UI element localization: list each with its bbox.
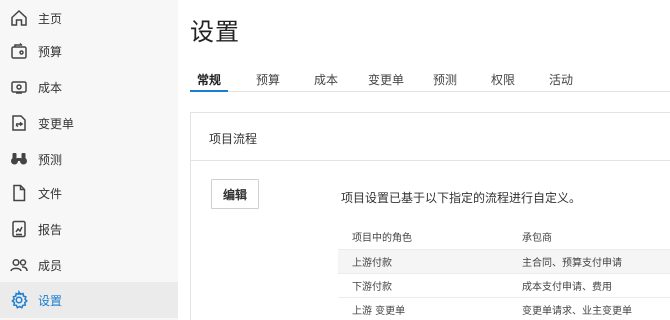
change-order-icon	[8, 112, 30, 134]
sidebar-item-label: 预测	[38, 152, 63, 167]
sidebar: 主页 预算 成本 变更单 预测 文件 报告 成员 设置	[0, 0, 178, 320]
table-cell: 变更单请求、业主变更单	[522, 297, 670, 320]
sidebar-item-change-order[interactable]: 变更单	[0, 105, 178, 141]
file-icon	[8, 182, 30, 204]
panel-title: 项目流程	[209, 132, 258, 146]
main-content: 设置 常规 预算 成本 变更单 预测 权限 活动 项目流程 编辑 项目设置已基于…	[178, 0, 670, 320]
column-header: 承包商	[522, 225, 670, 250]
sidebar-item-home[interactable]: 主页	[0, 0, 178, 36]
members-icon	[8, 254, 30, 276]
panel-header: 项目流程	[191, 113, 670, 161]
tab-bar: 常规 预算 成本 变更单 预测 权限 活动	[190, 66, 670, 92]
table-cell: 成本支付申请、费用	[522, 273, 670, 298]
sidebar-item-label: 变更单	[38, 116, 75, 131]
column-header: 项目中的角色	[338, 225, 522, 250]
sidebar-item-budget[interactable]: 预算	[0, 33, 178, 69]
page-title: 设置	[190, 18, 240, 46]
tab-permissions[interactable]: 权限	[491, 66, 515, 92]
tab-change-order[interactable]: 变更单	[368, 66, 404, 92]
sidebar-item-label: 主页	[38, 11, 63, 26]
sidebar-item-label: 报告	[38, 222, 63, 237]
edit-button[interactable]: 编辑	[211, 179, 259, 209]
table-cell: 上游 变更单	[338, 297, 522, 320]
sidebar-item-file[interactable]: 文件	[0, 175, 178, 211]
tab-cost[interactable]: 成本	[314, 66, 338, 92]
report-icon	[8, 218, 30, 240]
sidebar-item-label: 成员	[38, 258, 63, 273]
table-cell: 主合同、预算支付申请	[522, 249, 670, 274]
tab-general[interactable]: 常规	[190, 66, 228, 92]
table-row: 上游付款 主合同、预算支付申请	[338, 249, 670, 274]
table-cell: 上游付款	[338, 249, 522, 274]
table-header-row: 项目中的角色 承包商	[338, 225, 670, 250]
sidebar-item-cost[interactable]: 成本	[0, 69, 178, 105]
tab-budget[interactable]: 预算	[256, 66, 280, 92]
role-table: 项目中的角色 承包商 上游付款 主合同、预算支付申请 下游付款 成本支付申请、费…	[338, 225, 670, 320]
cost-icon	[8, 76, 30, 98]
sidebar-item-label: 成本	[38, 80, 63, 95]
sidebar-item-label: 文件	[38, 186, 63, 201]
sidebar-item-label: 预算	[38, 44, 63, 59]
sidebar-item-label: 设置	[38, 293, 63, 308]
table-cell: 下游付款	[338, 273, 522, 298]
tab-forecast[interactable]: 预测	[433, 66, 457, 92]
sidebar-item-members[interactable]: 成员	[0, 247, 178, 283]
budget-icon	[8, 40, 30, 62]
tab-activity[interactable]: 活动	[549, 66, 573, 92]
sidebar-item-report[interactable]: 报告	[0, 211, 178, 247]
sidebar-item-forecast[interactable]: 预测	[0, 141, 178, 177]
workflow-description: 项目设置已基于以下指定的流程进行自定义。	[341, 191, 582, 205]
project-workflow-panel: 项目流程 编辑 项目设置已基于以下指定的流程进行自定义。 项目中的角色 承包商 …	[190, 112, 670, 320]
sidebar-item-settings[interactable]: 设置	[0, 282, 178, 318]
gear-icon	[8, 289, 30, 311]
table-row: 上游 变更单 变更单请求、业主变更单	[338, 297, 670, 320]
binoculars-icon	[8, 148, 30, 170]
table-row: 下游付款 成本支付申请、费用	[338, 273, 670, 298]
home-icon	[8, 7, 30, 29]
